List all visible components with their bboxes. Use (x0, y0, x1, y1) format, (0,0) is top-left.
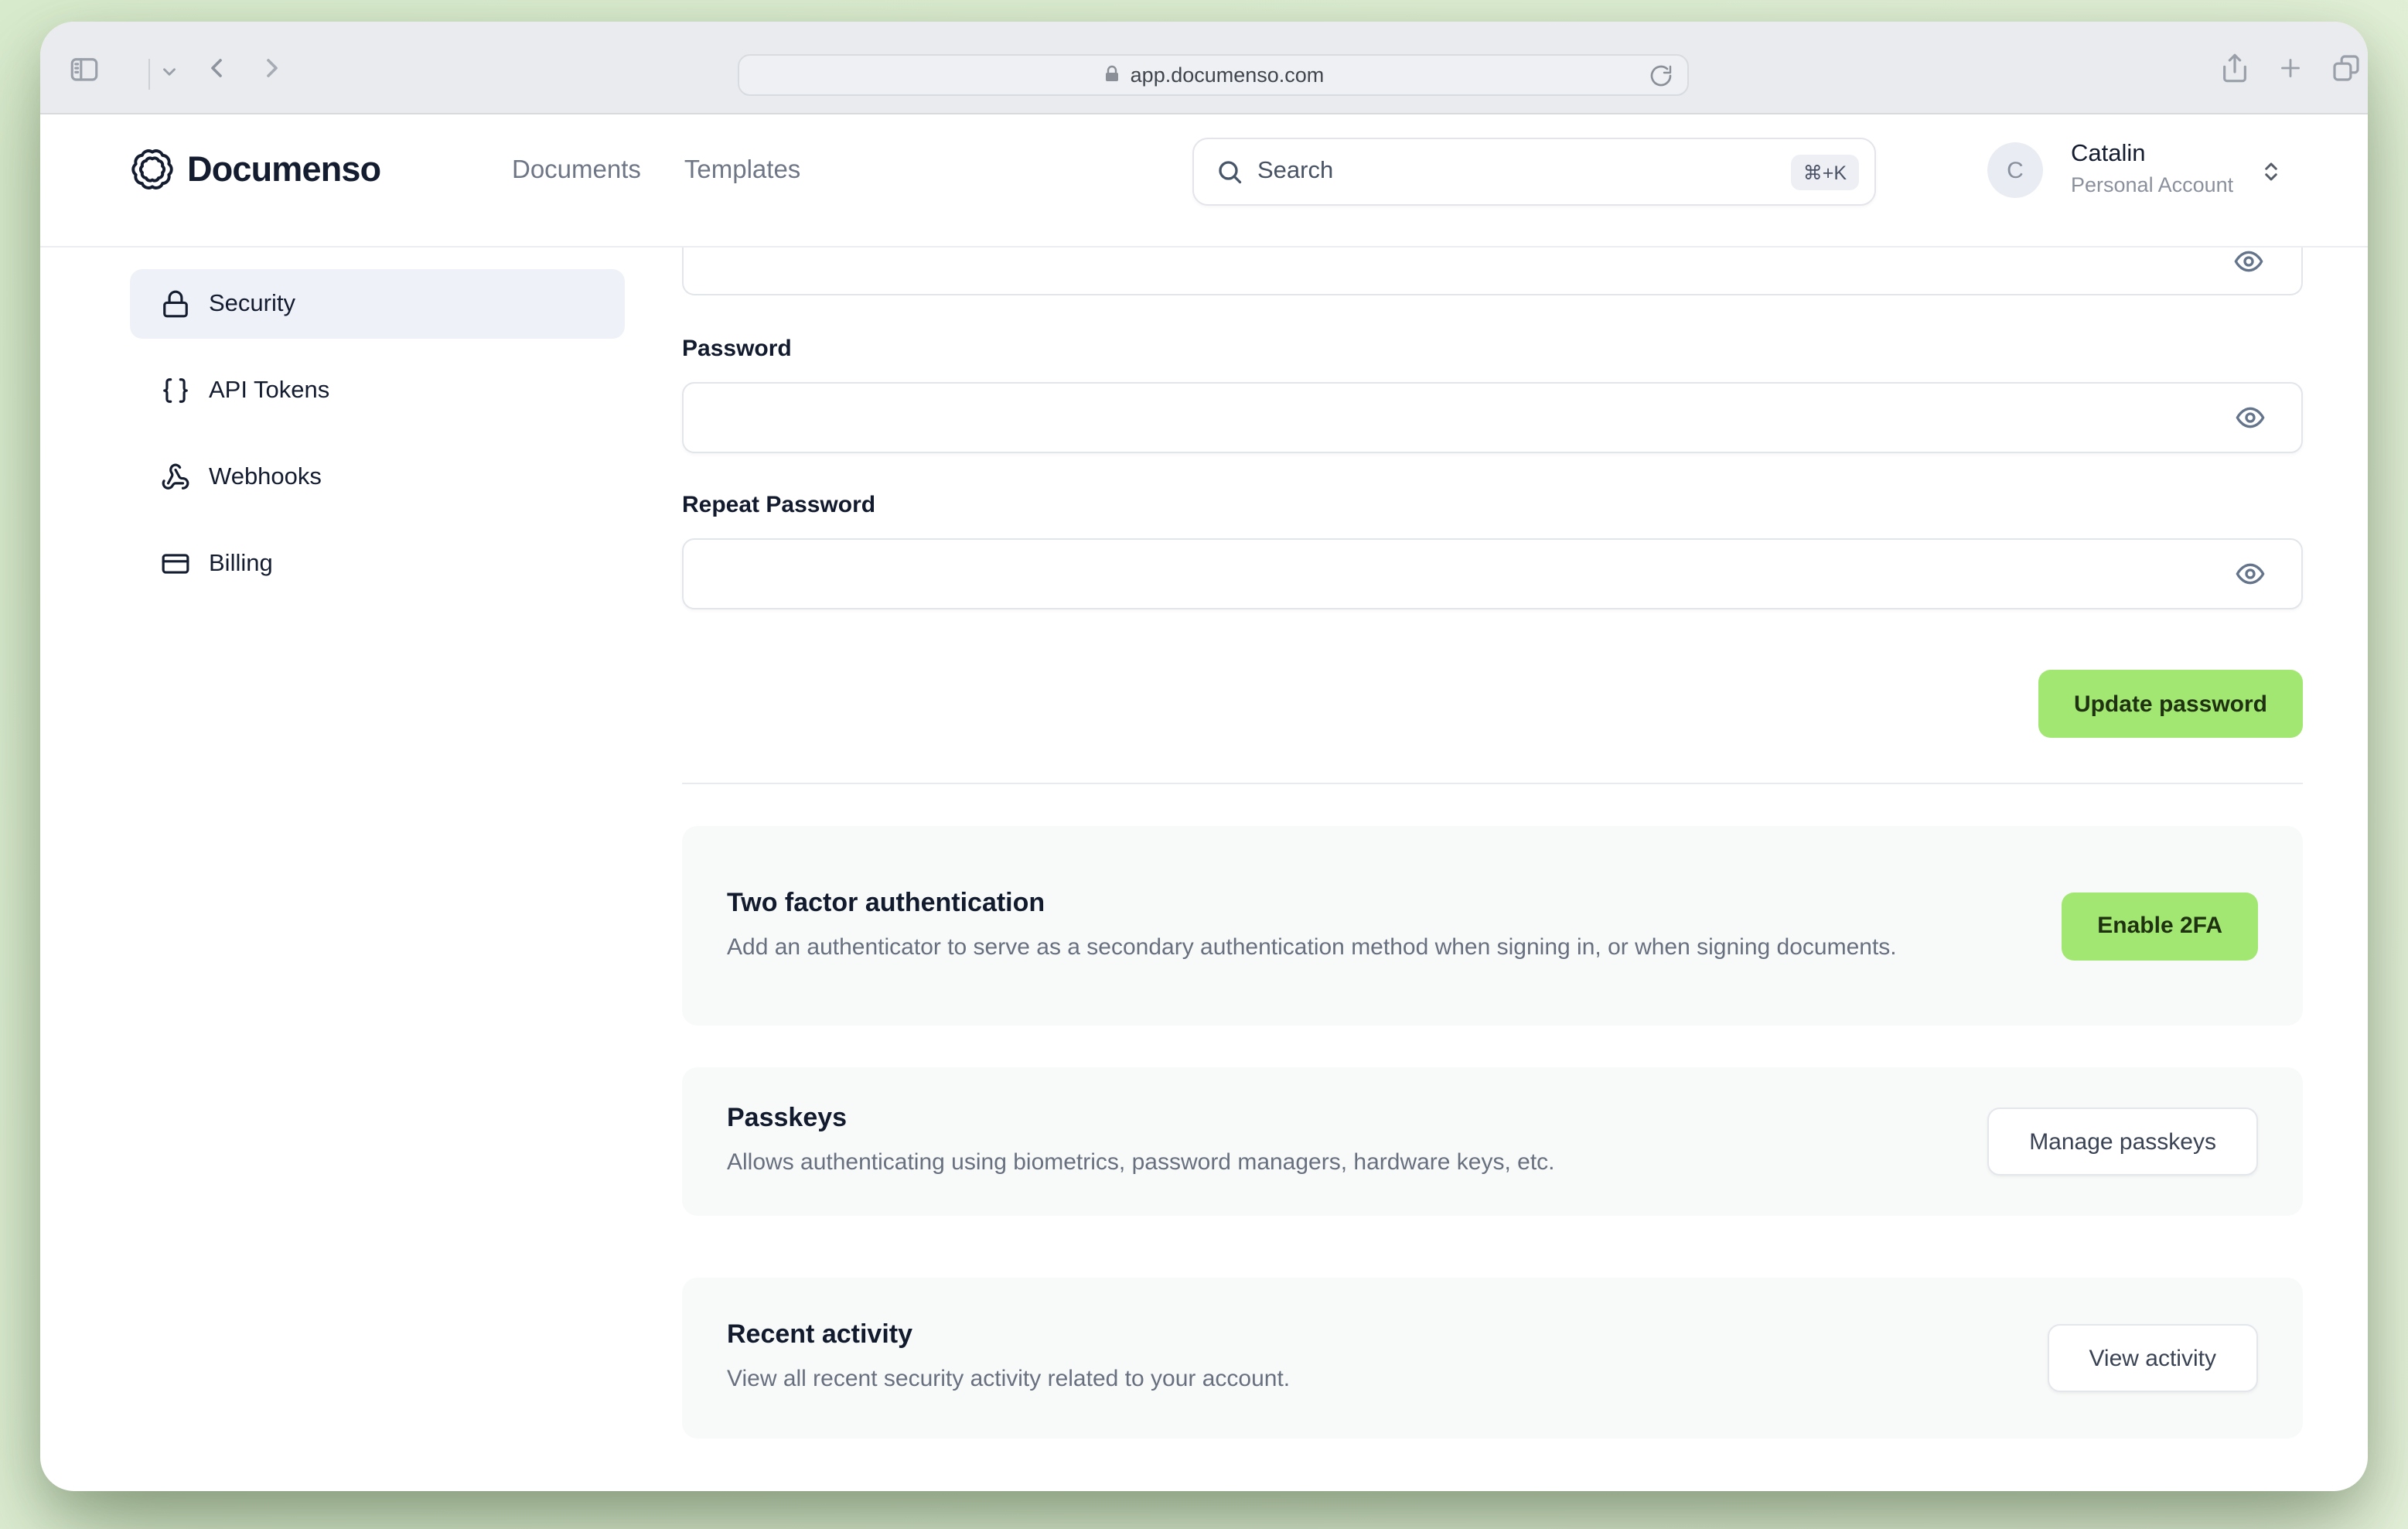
padlock-icon (1105, 65, 1118, 81)
sidebar-item-webhooks[interactable]: Webhooks (130, 442, 625, 512)
search-icon (1219, 161, 1242, 184)
url-bar[interactable]: app.documenso.com (738, 53, 1689, 95)
repeat-password-label: Repeat Password (682, 492, 876, 518)
eye-icon[interactable] (2233, 246, 2264, 277)
search-input[interactable] (1257, 158, 1791, 186)
search-box: ⌘+K (1192, 138, 1876, 206)
credit-card-icon (162, 554, 189, 574)
back-icon[interactable] (201, 53, 232, 84)
recent-activity-text: Recent activity View all recent security… (727, 1319, 1290, 1397)
manage-passkeys-button[interactable]: Manage passkeys (1987, 1108, 2258, 1176)
webhook-icon (162, 463, 189, 490)
toolbar-divider (148, 59, 150, 90)
card-description: Allows authenticating using biometrics, … (727, 1149, 1555, 1176)
password-label: Password (682, 336, 792, 362)
sidebar-item-label: Webhooks (209, 463, 322, 490)
browser-window: app.documenso.com Documenso Documents Te… (40, 22, 2368, 1491)
app-header: Documenso Documents Templates ⌘+K C Cata… (40, 114, 2368, 247)
documenso-logo-icon (131, 149, 173, 189)
settings-sidebar: Security API Tokens Webhooks Billing (130, 269, 625, 616)
section-divider (682, 783, 2303, 784)
sidebar-item-security[interactable]: Security (130, 269, 625, 339)
url-text: app.documenso.com (1130, 63, 1325, 86)
sidebar-item-billing[interactable]: Billing (130, 529, 625, 599)
reload-icon[interactable] (1649, 63, 1673, 87)
lock-icon (163, 290, 188, 318)
forward-icon[interactable] (257, 53, 288, 84)
security-settings-panel: Password Repeat Password Update password (682, 247, 2303, 1439)
sidebar-toggle-icon[interactable] (68, 53, 101, 85)
card-title: Recent activity (727, 1319, 912, 1349)
nav-templates[interactable]: Templates (684, 156, 800, 186)
new-tab-icon[interactable] (2277, 54, 2304, 82)
repeat-password-field-wrap (682, 538, 2303, 609)
sidebar-item-label: Billing (209, 550, 273, 576)
update-password-button[interactable]: Update password (2038, 670, 2303, 738)
chevrons-up-down-icon (2265, 162, 2277, 181)
search-shortcut-badge: ⌘+K (1790, 154, 1859, 189)
tab-overview-icon[interactable] (2331, 53, 2362, 84)
main-nav: Documents Templates (512, 156, 800, 186)
password-input[interactable] (682, 382, 2303, 453)
passkeys-text: Passkeys Allows authenticating using bio… (727, 1103, 1555, 1180)
recent-activity-card: Recent activity View all recent security… (682, 1278, 2303, 1439)
sidebar-item-label: API Tokens (209, 377, 330, 403)
two-factor-card: Two factor authentication Add an authent… (682, 826, 2303, 1026)
nav-documents[interactable]: Documents (512, 156, 641, 186)
eye-icon[interactable] (2235, 402, 2266, 433)
desktop-background: app.documenso.com Documenso Documents Te… (0, 0, 2408, 1529)
sidebar-item-label: Security (209, 290, 295, 316)
logo-text: Documenso (187, 149, 381, 188)
share-icon[interactable] (2219, 51, 2250, 85)
eye-icon[interactable] (2235, 558, 2266, 589)
account-menu[interactable]: C Catalin Personal Account (1987, 136, 2286, 207)
password-form-actions: Update password (2038, 670, 2303, 738)
card-description: Add an authenticator to serve as a secon… (727, 933, 1897, 960)
card-title: Passkeys (727, 1103, 848, 1132)
toolbar-chevron-down-icon[interactable] (159, 62, 179, 82)
account-subtitle: Personal Account (2071, 173, 2234, 196)
braces-icon (163, 378, 188, 403)
browser-toolbar: app.documenso.com (40, 22, 2368, 114)
sidebar-item-api-tokens[interactable]: API Tokens (130, 356, 625, 425)
password-field-wrap (682, 382, 2303, 453)
two-factor-text: Two factor authentication Add an authent… (727, 887, 1897, 964)
card-description: View all recent security activity relate… (727, 1366, 1291, 1392)
enable-2fa-button[interactable]: Enable 2FA (2062, 892, 2258, 960)
logo[interactable]: Documenso (130, 147, 381, 192)
avatar: C (1987, 142, 2043, 198)
account-name: Catalin (2071, 141, 2146, 167)
repeat-password-input[interactable] (682, 538, 2303, 609)
passkeys-card: Passkeys Allows authenticating using bio… (682, 1067, 2303, 1216)
current-password-field-partial[interactable] (682, 247, 2303, 295)
card-title: Two factor authentication (727, 887, 1045, 916)
view-activity-button[interactable]: View activity (2047, 1324, 2258, 1392)
